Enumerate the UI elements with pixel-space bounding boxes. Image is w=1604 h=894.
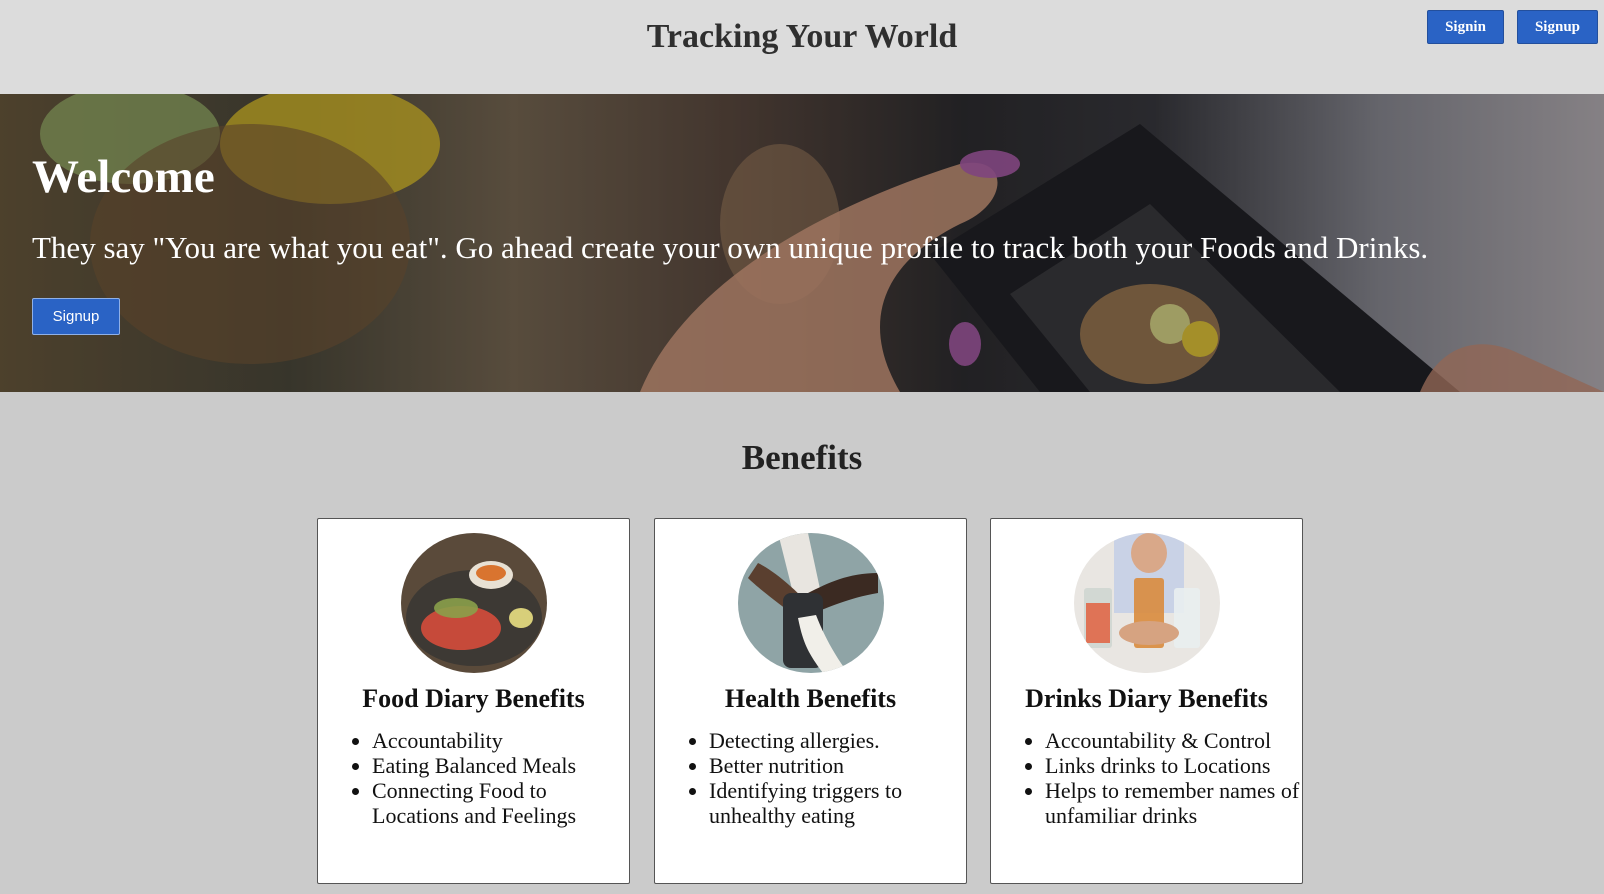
benefit-list: Accountability Eating Balanced Meals Con… xyxy=(332,728,629,828)
signin-button[interactable]: Signin xyxy=(1427,10,1504,44)
card-title: Health Benefits xyxy=(724,684,897,713)
list-item: Links drinks to Locations xyxy=(1045,753,1302,778)
hero-tagline: They say "You are what you eat". Go ahea… xyxy=(32,230,1429,265)
list-item: Accountability xyxy=(372,728,629,753)
list-item: Helps to remember names of unfamiliar dr… xyxy=(1045,778,1302,828)
list-item: Eating Balanced Meals xyxy=(372,753,629,778)
benefit-list: Accountability & Control Links drinks to… xyxy=(1005,728,1302,828)
blood-pressure-image xyxy=(738,533,884,673)
list-item: Connecting Food to Locations and Feeling… xyxy=(372,778,629,828)
card-title: Drinks Diary Benefits xyxy=(1025,684,1268,713)
hero-banner: Welcome They say "You are what you eat".… xyxy=(0,94,1604,392)
signup-button[interactable]: Signup xyxy=(1517,10,1598,44)
list-item: Accountability & Control xyxy=(1045,728,1302,753)
hero-heading: Welcome xyxy=(32,151,215,203)
food-dish-image xyxy=(401,533,547,673)
benefit-card-health: Health Benefits Detecting allergies. Bet… xyxy=(654,518,967,884)
list-item: Identifying triggers to unhealthy eating xyxy=(709,778,966,828)
site-title: Tracking Your World xyxy=(646,18,958,55)
benefit-list: Detecting allergies. Better nutrition Id… xyxy=(669,728,966,828)
drinks-image xyxy=(1074,533,1220,673)
benefit-card-food: Food Diary Benefits Accountability Eatin… xyxy=(317,518,630,884)
benefits-title: Benefits xyxy=(741,438,863,477)
header-bar: Tracking Your World Signin Signup xyxy=(0,0,1604,94)
hero-signup-button[interactable]: Signup xyxy=(32,298,120,335)
list-item: Better nutrition xyxy=(709,753,966,778)
benefit-card-drinks: Drinks Diary Benefits Accountability & C… xyxy=(990,518,1303,884)
list-item: Detecting allergies. xyxy=(709,728,966,753)
card-title: Food Diary Benefits xyxy=(362,684,585,713)
